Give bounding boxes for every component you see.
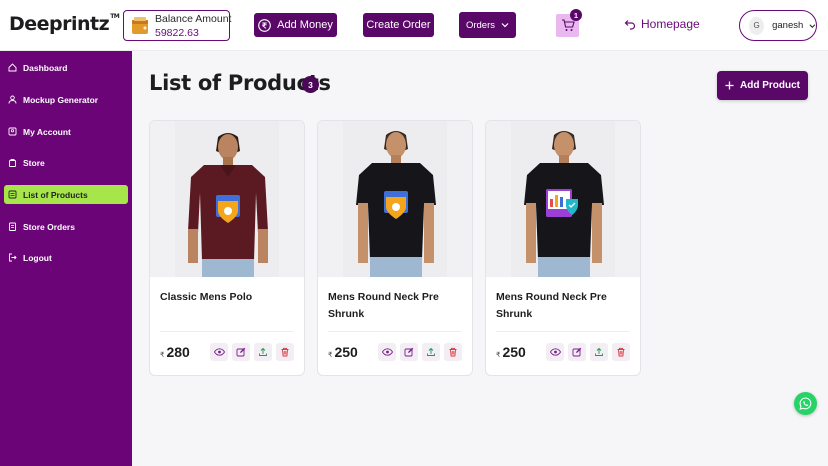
eye-icon [213, 348, 225, 356]
price-value: 250 [502, 344, 526, 360]
upload-icon [427, 347, 435, 356]
edit-button[interactable] [232, 343, 250, 361]
product-actions [378, 343, 462, 361]
rupee-circle-icon [258, 18, 272, 32]
product-image [150, 121, 304, 277]
user-menu[interactable]: G ganesh [739, 10, 817, 41]
currency-symbol: ₹ [496, 352, 501, 359]
product-actions [210, 343, 294, 361]
product-count-badge: 3 [302, 76, 319, 93]
homepage-label: Homepage [641, 17, 700, 31]
sidebar-item-label: List of Products [23, 189, 88, 200]
user-icon [8, 95, 17, 104]
edit-icon [572, 347, 582, 357]
home-icon [8, 63, 17, 72]
sidebar-item-list-of-products[interactable]: List of Products [4, 185, 128, 204]
sidebar-item-label: My Account [23, 126, 71, 137]
create-order-label: Create Order [366, 19, 431, 31]
sidebar-item-label: Store [23, 157, 45, 168]
whatsapp-icon [799, 397, 812, 410]
add-product-button[interactable]: Add Product [717, 71, 808, 100]
price-value: 250 [334, 344, 358, 360]
upload-icon [259, 347, 267, 356]
chevron-down-icon [501, 23, 509, 28]
upload-icon [595, 347, 603, 356]
cart-count-badge: 1 [570, 9, 582, 21]
user-name: ganesh [772, 20, 804, 31]
top-bar: DeeprintzTM Balance Amount 59822.63 Add … [0, 0, 828, 51]
divider [160, 331, 294, 332]
delete-button[interactable] [612, 343, 630, 361]
whatsapp-button[interactable] [794, 392, 817, 415]
product-card[interactable]: Mens Round Neck Pre Shrunk ₹ 250 [317, 120, 473, 376]
product-image [486, 121, 640, 277]
add-money-label: Add Money [277, 19, 333, 31]
orders-icon [9, 222, 16, 231]
eye-icon [549, 348, 561, 356]
product-card[interactable]: Mens Round Neck Pre Shrunk ₹ 250 [485, 120, 641, 376]
view-button[interactable] [546, 343, 564, 361]
sidebar-item-label: Store Orders [23, 221, 75, 232]
add-product-label: Add Product [740, 80, 800, 91]
wallet-icon [132, 17, 148, 34]
product-name: Mens Round Neck Pre Shrunk [496, 291, 607, 320]
sidebar-item-mockup-generator[interactable]: Mockup Generator [4, 90, 128, 109]
product-image [318, 121, 472, 277]
add-money-button[interactable]: Add Money [254, 13, 337, 37]
publish-button[interactable] [422, 343, 440, 361]
divider [496, 331, 630, 332]
back-arrow-icon [624, 19, 636, 30]
sidebar-item-my-account[interactable]: My Account [4, 122, 128, 141]
currency-symbol: ₹ [328, 352, 333, 359]
price-value: 280 [166, 344, 190, 360]
sidebar-item-label: Mockup Generator [23, 94, 99, 105]
chevron-down-icon [809, 23, 816, 28]
sidebar-item-store-orders[interactable]: Store Orders [4, 217, 128, 236]
homepage-link[interactable]: Homepage [624, 17, 700, 31]
product-actions [546, 343, 630, 361]
logout-icon [9, 253, 17, 262]
orders-label: Orders [465, 19, 496, 31]
product-price: ₹ 280 [160, 344, 190, 360]
edit-icon [236, 347, 246, 357]
balance-value: 59822.63 [155, 27, 199, 39]
trash-icon [449, 347, 457, 357]
sidebar-item-store[interactable]: Store [4, 153, 128, 172]
trash-icon [617, 347, 625, 357]
logo[interactable]: DeeprintzTM [9, 13, 120, 35]
edit-button[interactable] [568, 343, 586, 361]
sidebar-item-logout[interactable]: Logout [4, 248, 128, 267]
avatar: G [749, 16, 765, 35]
edit-icon [404, 347, 414, 357]
sidebar-item-label: Logout [23, 252, 52, 263]
publish-button[interactable] [590, 343, 608, 361]
view-button[interactable] [210, 343, 228, 361]
create-order-button[interactable]: Create Order [363, 13, 434, 37]
currency-symbol: ₹ [160, 352, 165, 359]
cart-icon [561, 19, 575, 31]
product-price: ₹ 250 [496, 344, 526, 360]
balance-label: Balance Amount [155, 13, 232, 25]
product-name: Mens Round Neck Pre Shrunk [328, 291, 439, 320]
plus-icon [725, 81, 734, 90]
orders-dropdown[interactable]: Orders [459, 12, 516, 38]
eye-icon [381, 348, 393, 356]
account-icon [8, 127, 17, 136]
sidebar-item-label: Dashboard [23, 62, 68, 73]
sidebar-item-dashboard[interactable]: Dashboard [4, 58, 128, 77]
product-price: ₹ 250 [328, 344, 358, 360]
delete-button[interactable] [444, 343, 462, 361]
store-icon [9, 159, 16, 167]
balance-box: Balance Amount 59822.63 [123, 10, 232, 41]
product-name: Classic Mens Polo [160, 291, 253, 303]
sidebar: Dashboard Mockup Generator My Account St… [0, 51, 132, 466]
publish-button[interactable] [254, 343, 272, 361]
delete-button[interactable] [276, 343, 294, 361]
list-icon [8, 190, 17, 199]
edit-button[interactable] [400, 343, 418, 361]
product-card[interactable]: Classic Mens Polo ₹ 280 [149, 120, 305, 376]
trash-icon [281, 347, 289, 357]
divider [328, 331, 462, 332]
view-button[interactable] [378, 343, 396, 361]
